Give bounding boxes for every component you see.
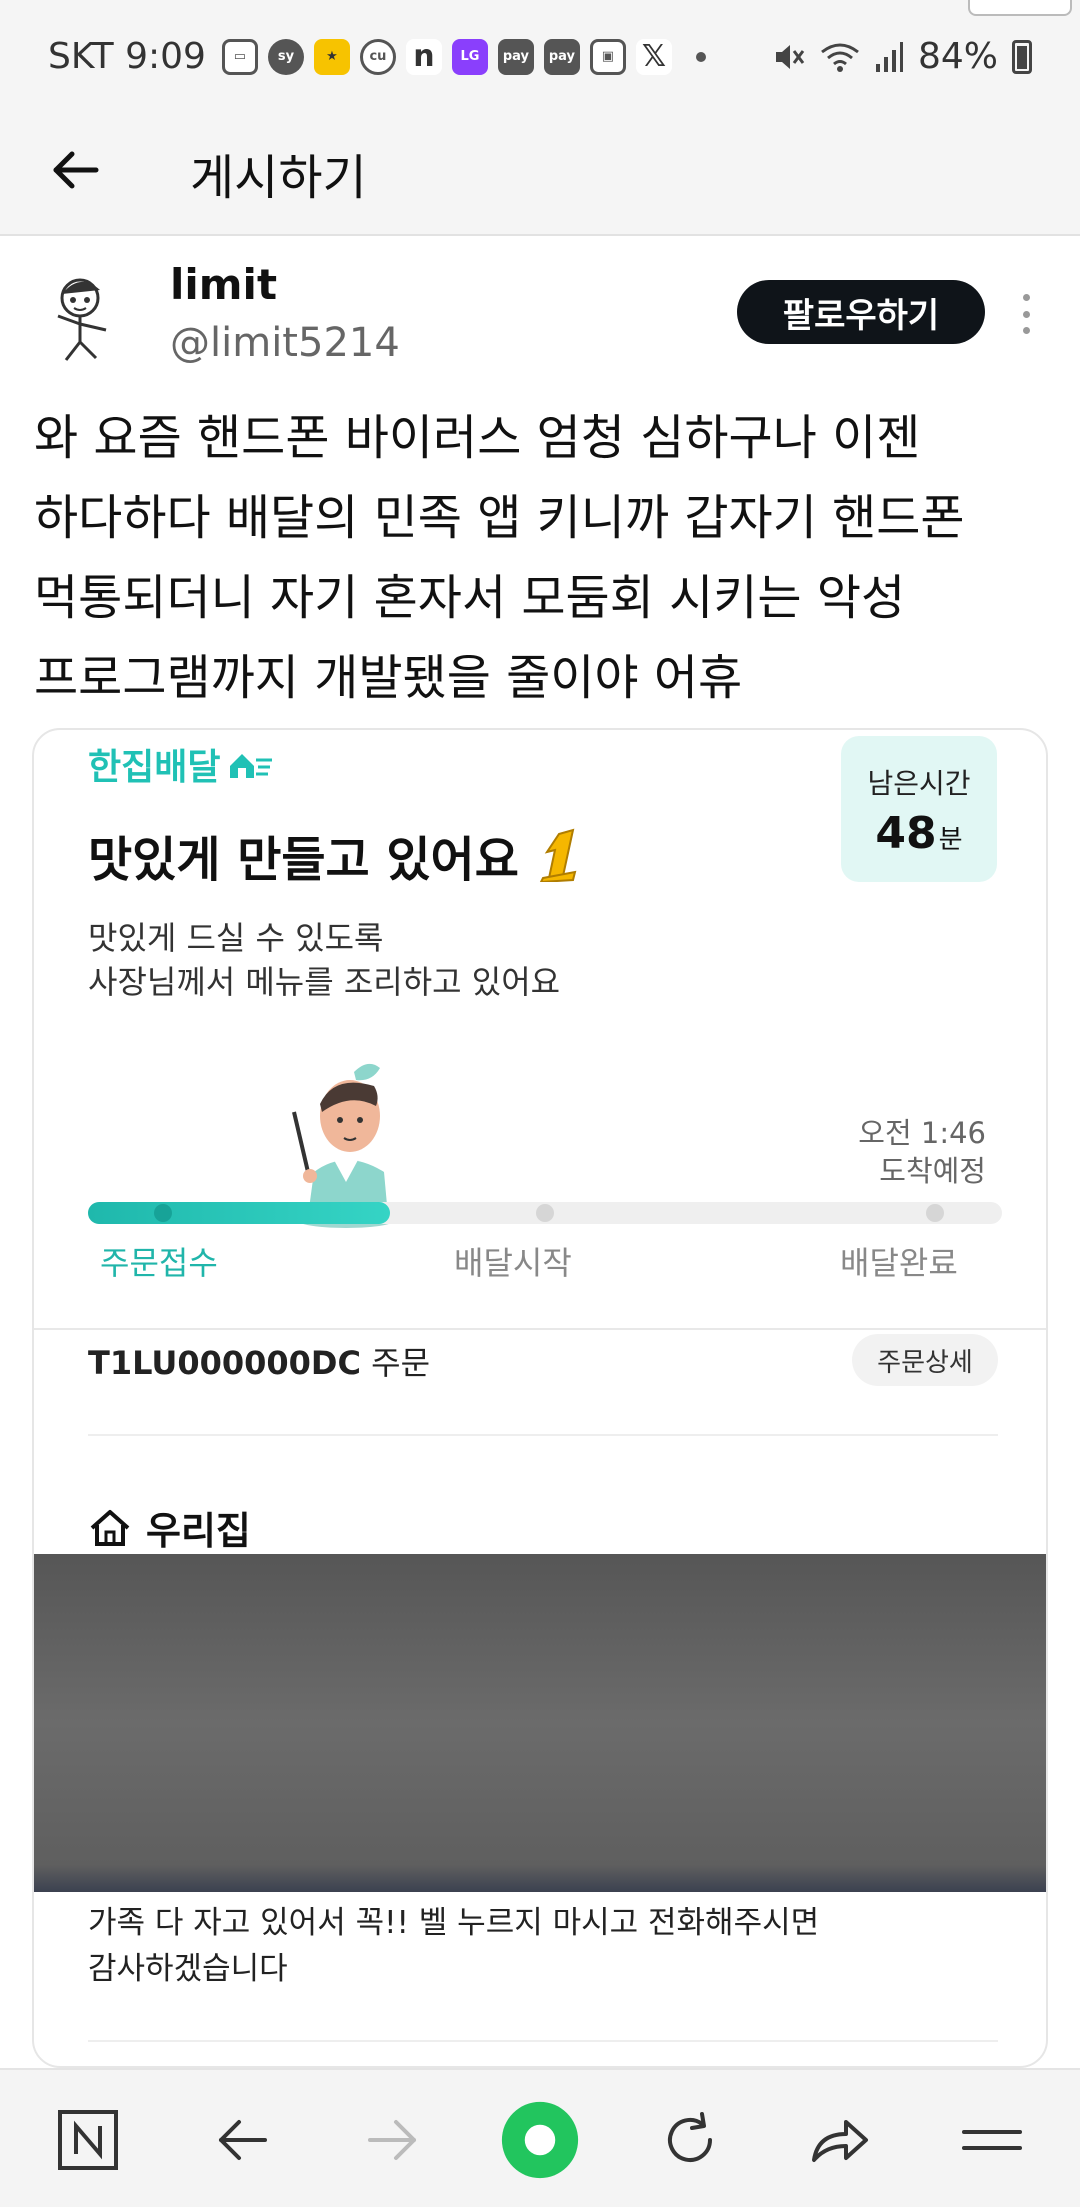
request-note-line: 감사하겠습니다 (88, 1951, 288, 1987)
user-handle[interactable]: @limit5214 (170, 320, 400, 366)
back-arrow-icon (219, 2120, 267, 2160)
address-label: 우리집 (146, 1509, 251, 1553)
share-button[interactable] (800, 2100, 880, 2180)
pay-icon: pay (497, 38, 534, 75)
follow-button[interactable]: 팔로우하기 (737, 280, 985, 344)
status-description: 맛있게 드실 수 있도록 사장님께서 메뉴를 조리하고 있어요 (88, 916, 560, 1004)
house-speed-icon (230, 754, 273, 778)
wifi-icon (821, 43, 859, 72)
forward-button[interactable] (352, 2100, 432, 2180)
refresh-button[interactable] (650, 2100, 730, 2180)
brand-name: 한집배달 (88, 747, 221, 788)
post-text-line: 와 요즘 핸드폰 바이러스 엄청 심하구나 이젠 (34, 410, 921, 466)
wallet-icon: ▣ (589, 38, 626, 75)
eta-label: 도착예정 (879, 1154, 986, 1188)
more-options-icon[interactable] (1020, 294, 1032, 334)
remaining-time-label: 남은시간 (867, 767, 971, 800)
sy-icon: sy (267, 38, 304, 75)
status-right: 84% (772, 36, 1032, 77)
back-arrow-icon[interactable] (48, 142, 104, 198)
menu-button[interactable] (952, 2100, 1032, 2180)
post-text-line: 먹통되더니 자기 혼자서 모둠회 시키는 악성 (34, 570, 906, 626)
green-dot-button[interactable] (500, 2100, 580, 2180)
delivery-request-note: 가족 다 자고 있어서 꼭!! 벨 누르지 마시고 전화해주시면 감사하겠습니다 (88, 1900, 819, 1992)
carrier-time: SKT 9:09 (48, 36, 206, 77)
corner-box (968, 0, 1072, 16)
divider (88, 2040, 998, 2042)
request-note-line: 가족 다 자고 있어서 꼭!! 벨 누르지 마시고 전화해주시면 (88, 1905, 820, 1941)
step-label-delivery-complete: 배달완료 (840, 1244, 958, 1282)
status-left: SKT 9:09 ▭ sy ★ cu n LG pay pay ▣ 𝕏 (48, 36, 706, 77)
order-number: T1LU000000DC 주문 (88, 1338, 430, 1384)
address-row: 우리집 (88, 1500, 251, 1555)
divider (88, 1434, 998, 1436)
post-text-line: 하다하다 배달의 민족 앱 키니까 갑자기 핸드폰 (34, 490, 965, 546)
divider (34, 1328, 1046, 1330)
n-icon: n (405, 38, 442, 75)
back-button[interactable] (203, 2100, 283, 2180)
page-title: 게시하기 (190, 150, 367, 206)
step-label-delivery-start: 배달시작 (454, 1244, 572, 1282)
redacted-address-block (34, 1554, 1046, 1892)
share-icon (812, 2120, 868, 2162)
status-heading: 맛있게 만들고 있어요 (88, 820, 589, 890)
progress-step-dot (154, 1204, 172, 1222)
status-bar: SKT 9:09 ▭ sy ★ cu n LG pay pay ▣ 𝕏 84% (0, 0, 1080, 120)
carrier-app-icon: ▭ (221, 38, 258, 75)
cu-icon: cu (359, 38, 396, 75)
x-icon: 𝕏 (635, 38, 672, 75)
status-description-line: 사장님께서 메뉴를 조리하고 있어요 (88, 963, 561, 1001)
forward-arrow-icon (368, 2120, 416, 2160)
remaining-time-box: 남은시간 48분 (841, 736, 997, 882)
status-description-line: 맛있게 드실 수 있도록 (88, 919, 384, 957)
avatar[interactable] (38, 268, 134, 364)
battery-percent: 84% (917, 36, 998, 77)
progress-step-dot (536, 1204, 554, 1222)
order-id: T1LU000000DC (88, 1344, 361, 1382)
delivery-progress-bar (88, 1202, 1002, 1224)
order-suffix: 주문 (371, 1344, 431, 1382)
eta-time: 오전 1:46 (858, 1116, 986, 1150)
more-notifications-dot (695, 51, 706, 62)
username[interactable]: limit (170, 260, 277, 309)
battery-icon (1012, 39, 1032, 74)
status-heading-text: 맛있게 만들고 있어요 (88, 832, 519, 888)
green-dot-icon (501, 2101, 579, 2179)
post-text-line: 프로그램까지 개발됐을 줄이야 어휴 (34, 650, 743, 706)
signal-icon (875, 41, 903, 72)
remaining-time-number: 48 (875, 808, 937, 859)
remaining-time-value: 48분 (841, 808, 997, 859)
app-header: 게시하기 (0, 120, 1080, 236)
progress-step-dot (926, 1204, 944, 1222)
remaining-time-unit: 분 (938, 825, 963, 855)
brand-logo: 한집배달 (88, 738, 274, 790)
pay-icon: pay (543, 38, 580, 75)
number-one-icon (539, 828, 577, 882)
delivery-progress-fill (88, 1202, 390, 1224)
kb-icon: ★ (313, 38, 350, 75)
order-detail-button: 주문상세 (852, 1334, 998, 1386)
browser-bottom-bar (0, 2068, 1080, 2207)
naver-n-icon (58, 2110, 118, 2170)
step-label-order-received: 주문접수 (100, 1244, 218, 1282)
refresh-icon (668, 2112, 712, 2162)
post-text: 와 요즘 핸드폰 바이러스 엄청 심하구나 이젠 하다하다 배달의 민족 앱 키… (34, 398, 1054, 718)
post-image[interactable]: 한집배달 남은시간 48분 맛있게 만들고 있어요 맛있게 드실 수 있도록 사… (32, 728, 1048, 2068)
hamburger-menu-icon (962, 2130, 1022, 2150)
naver-home-button[interactable] (48, 2100, 128, 2180)
eta: 오전 1:46 도착예정 (858, 1114, 986, 1190)
mute-icon (775, 44, 805, 69)
home-icon (90, 1509, 130, 1546)
lg-icon: LG (451, 38, 488, 75)
